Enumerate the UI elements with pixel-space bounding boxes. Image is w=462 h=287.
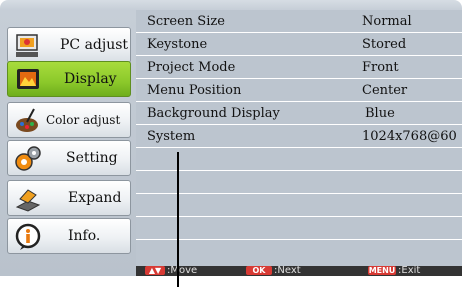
row-value: Center xyxy=(362,83,408,98)
menu-row-empty xyxy=(136,217,462,240)
key-guide-bar: ▲▼ :Move OK :Next MENU :Exit xyxy=(136,265,462,276)
display-settings-panel: Screen Size Normal Keystone Stored Proje… xyxy=(136,10,462,276)
sidebar-item-label: Expand xyxy=(68,190,122,206)
info-icon xyxy=(15,223,41,250)
row-value: Front xyxy=(362,60,399,75)
menu-key-badge: MENU xyxy=(368,266,396,275)
sidebar-item-color-adjust[interactable]: Color adjust xyxy=(7,102,131,138)
sidebar-item-label: Color adjust xyxy=(46,113,121,127)
menu-row-empty xyxy=(136,171,462,194)
sidebar-item-label: Info. xyxy=(68,228,101,244)
menu-row-empty xyxy=(136,194,462,217)
exit-hint: :Exit xyxy=(398,265,421,276)
sidebar-item-label: Display xyxy=(64,71,117,87)
color-adjust-icon xyxy=(16,108,38,132)
sidebar-item-pc-adjust[interactable]: PC adjust xyxy=(7,27,131,63)
sidebar-item-label: Setting xyxy=(66,150,118,166)
menu-row-empty xyxy=(136,148,462,171)
menu-row-screen-size[interactable]: Screen Size Normal xyxy=(136,10,462,33)
sidebar-item-info[interactable]: Info. xyxy=(7,218,131,254)
arrow-keys-icon: ▲▼ xyxy=(145,266,165,275)
expand-icon xyxy=(15,189,41,212)
next-hint: :Next xyxy=(274,265,301,276)
move-hint: :Move xyxy=(167,265,198,276)
menu-row-project-mode[interactable]: Project Mode Front xyxy=(136,56,462,79)
row-label: Screen Size xyxy=(147,14,225,29)
menu-sidebar: PC adjust Display Color adjust Setting E… xyxy=(0,0,136,276)
sidebar-item-label: PC adjust xyxy=(60,37,129,53)
gears-icon xyxy=(15,146,41,171)
display-icon xyxy=(17,69,39,89)
row-value: Blue xyxy=(365,106,395,121)
menu-row-menu-position[interactable]: Menu Position Center xyxy=(136,79,462,102)
menu-row-empty xyxy=(136,240,462,263)
pc-adjust-icon xyxy=(16,34,38,57)
row-value: Normal xyxy=(362,14,412,29)
row-label: System xyxy=(147,129,196,144)
sidebar-item-setting[interactable]: Setting xyxy=(7,140,131,176)
menu-row-background-display[interactable]: Background Display Blue xyxy=(136,102,462,125)
row-label: Menu Position xyxy=(147,83,242,98)
row-value: 1024x768@60 xyxy=(362,129,457,144)
menu-row-keystone[interactable]: Keystone Stored xyxy=(136,33,462,56)
sidebar-item-expand[interactable]: Expand xyxy=(7,180,131,216)
row-value: Stored xyxy=(362,37,407,52)
ok-key-badge: OK xyxy=(246,266,272,275)
row-label: Keystone xyxy=(147,37,208,52)
sidebar-item-display[interactable]: Display xyxy=(7,61,131,97)
row-label: Project Mode xyxy=(147,60,236,75)
pointer-cursor xyxy=(177,152,179,287)
row-label: Background Display xyxy=(147,106,280,121)
menu-row-system[interactable]: System 1024x768@60 xyxy=(136,125,462,148)
